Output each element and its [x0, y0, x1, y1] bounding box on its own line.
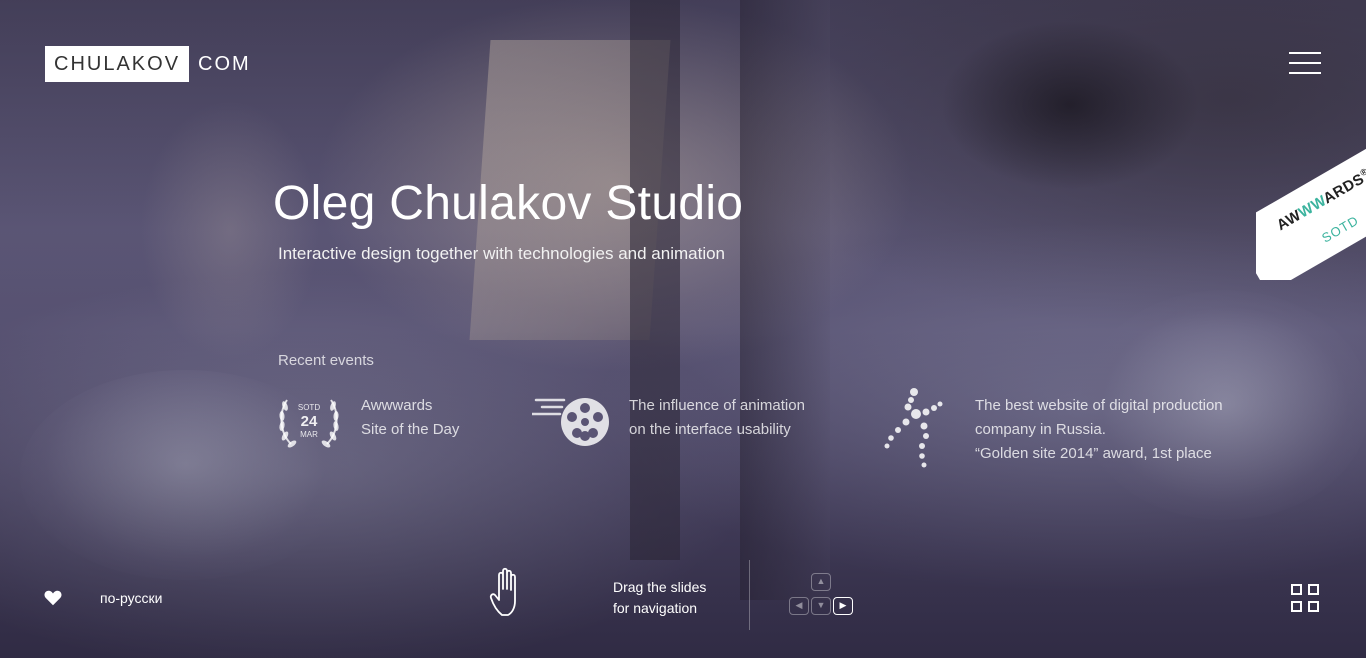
background-overlay — [0, 0, 1366, 658]
drag-hint: Drag the slides for navigation — [613, 577, 706, 619]
event-text: The influence of animation on the interf… — [629, 394, 805, 442]
site-logo[interactable]: CHULAKOV COM — [45, 46, 251, 82]
page-title: Oleg Chulakov Studio — [273, 177, 744, 230]
background-machine-part — [940, 20, 1200, 190]
drag-hint-line: for navigation — [613, 600, 698, 616]
hand-icon — [489, 567, 516, 616]
event-line: company in Russia. — [975, 421, 1106, 438]
key-right[interactable]: ▶ — [833, 597, 853, 615]
event-line: Awwwards — [361, 397, 433, 414]
laurel-badge-icon: SOTD 24 MAR — [279, 399, 339, 448]
event-awwwards-sotd[interactable]: SOTD 24 MAR Awwwards Site of the Day — [273, 386, 459, 458]
key-left[interactable]: ◀ — [789, 597, 809, 615]
event-text: The best website of digital production c… — [975, 394, 1223, 466]
event-line: The influence of animation — [629, 397, 805, 414]
awwwards-ribbon[interactable]: AWWWARDS® SOTD — [1256, 120, 1366, 280]
recent-events-heading: Recent events — [278, 352, 374, 369]
event-line: Site of the Day — [361, 421, 460, 438]
logo-suffix-text: COM — [198, 52, 251, 75]
background-machine-part — [740, 0, 830, 600]
svg-text:MAR: MAR — [300, 430, 318, 439]
key-up[interactable]: ▲ — [811, 573, 831, 591]
drag-hint-line: Drag the slides — [613, 579, 707, 595]
grid-icon[interactable] — [1291, 584, 1321, 614]
page-subtitle: Interactive design together with technol… — [278, 244, 726, 263]
language-switch-link[interactable]: по-русски — [100, 590, 162, 606]
event-animation-usability[interactable]: The influence of animation on the interf… — [532, 392, 805, 450]
background-machine-part — [630, 0, 680, 560]
hero-slide[interactable]: CHULAKOV COM AWWWARDS® SOTD Oleg Chulako… — [0, 0, 1366, 658]
film-reel-icon — [532, 398, 609, 446]
heart-icon[interactable] — [44, 589, 62, 607]
hamburger-icon[interactable] — [1289, 52, 1321, 74]
event-golden-site[interactable]: The best website of digital production c… — [884, 386, 1223, 472]
keyboard-navigation-keys: ▲ ◀ ▼ ▶ — [788, 573, 858, 619]
event-line: on the interface usability — [629, 421, 791, 438]
logo-boxed-text: CHULAKOV — [45, 46, 190, 82]
key-down[interactable]: ▼ — [811, 597, 831, 615]
svg-text:24: 24 — [301, 413, 318, 430]
awwwards-ribbon-band: AWWWARDS® SOTD — [1256, 132, 1366, 280]
event-text: Awwwards Site of the Day — [361, 394, 459, 442]
dancing-figure-icon — [884, 388, 943, 468]
event-line: “Golden site 2014” award, 1st place — [975, 445, 1212, 462]
event-line: The best website of digital production — [975, 397, 1223, 414]
footer-divider — [749, 560, 750, 630]
svg-text:SOTD: SOTD — [298, 403, 320, 412]
